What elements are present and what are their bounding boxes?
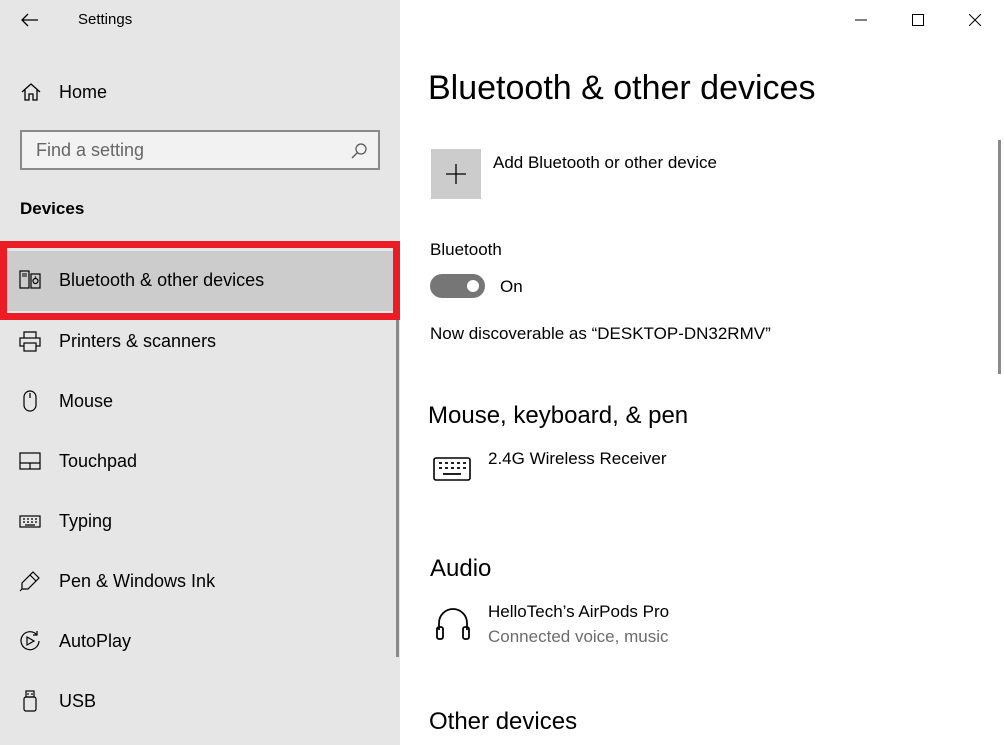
- nav-home-label: Home: [59, 82, 108, 102]
- nav-home[interactable]: Home: [0, 72, 400, 112]
- device-airpods[interactable]: HelloTech’s AirPods Pro Connected voice,…: [428, 602, 948, 652]
- search-box[interactable]: [20, 130, 380, 170]
- sidebar-item-label: Mouse: [59, 391, 114, 411]
- home-icon: [21, 83, 41, 101]
- device-wireless-receiver[interactable]: 2.4G Wireless Receiver: [428, 449, 948, 499]
- page-title: Bluetooth & other devices: [428, 69, 816, 107]
- headphones-icon: [436, 608, 470, 640]
- close-button[interactable]: [952, 0, 998, 40]
- toggle-knob: [467, 280, 479, 292]
- plus-icon: [446, 164, 466, 184]
- device-name: HelloTech’s AirPods Pro: [488, 602, 670, 621]
- back-arrow-icon: [21, 13, 38, 27]
- bluetooth-label: Bluetooth: [430, 240, 502, 259]
- sidebar-item-usb[interactable]: USB: [0, 671, 400, 731]
- search-input[interactable]: [36, 140, 336, 160]
- close-icon: [969, 14, 981, 26]
- mouse-icon: [23, 390, 37, 412]
- printer-icon: [19, 331, 41, 352]
- sidebar-item-label: Typing: [59, 511, 113, 531]
- add-device-label[interactable]: Add Bluetooth or other device: [493, 153, 717, 173]
- section-input-title: Mouse, keyboard, & pen: [428, 402, 689, 429]
- sidebar-item-touchpad[interactable]: Touchpad: [0, 431, 400, 491]
- sidebar-item-pen[interactable]: Pen & Windows Ink: [0, 551, 400, 611]
- bluetooth-toggle[interactable]: [430, 274, 485, 298]
- sidebar-item-printers[interactable]: Printers & scanners: [0, 311, 400, 371]
- touchpad-icon: [19, 452, 41, 470]
- minimize-icon: [855, 19, 867, 21]
- sidebar-item-label: Bluetooth & other devices: [59, 270, 265, 290]
- device-name: 2.4G Wireless Receiver: [488, 449, 667, 468]
- app-title: Settings: [78, 11, 133, 28]
- usb-icon: [23, 690, 37, 712]
- autoplay-icon: [20, 631, 40, 651]
- section-title: Devices: [20, 199, 85, 218]
- keyboard-icon: [433, 457, 471, 481]
- back-button[interactable]: [14, 6, 46, 34]
- sidebar-item-label: Pen & Windows Ink: [59, 571, 216, 591]
- maximize-button[interactable]: [895, 0, 941, 40]
- discoverable-text: Now discoverable as “DESKTOP-DN32RMV”: [430, 324, 771, 343]
- sidebar-item-label: USB: [59, 691, 97, 711]
- sidebar-scrollbar[interactable]: [396, 320, 399, 657]
- keyboard-icon: [19, 515, 41, 528]
- section-audio-title: Audio: [430, 555, 492, 582]
- bluetooth-devices-icon: [19, 270, 41, 289]
- sidebar: Settings Home Devices Bluetooth & other …: [0, 0, 400, 745]
- sidebar-item-label: Touchpad: [59, 451, 138, 471]
- sidebar-item-label: AutoPlay: [59, 631, 132, 651]
- minimize-button[interactable]: [838, 0, 884, 40]
- bluetooth-state-text: On: [500, 277, 523, 296]
- sidebar-item-mouse[interactable]: Mouse: [0, 371, 400, 431]
- add-device-button[interactable]: [431, 149, 481, 199]
- device-status: Connected voice, music: [488, 627, 669, 646]
- pen-icon: [19, 571, 40, 592]
- sidebar-item-typing[interactable]: Typing: [0, 491, 400, 551]
- section-other-title: Other devices: [429, 708, 578, 735]
- sidebar-item-autoplay[interactable]: AutoPlay: [0, 611, 400, 671]
- sidebar-item-label: Printers & scanners: [59, 331, 217, 351]
- main-scrollbar[interactable]: [998, 140, 1001, 374]
- search-icon[interactable]: [350, 142, 368, 160]
- sidebar-item-bluetooth[interactable]: Bluetooth & other devices: [0, 251, 400, 311]
- maximize-icon: [912, 14, 924, 26]
